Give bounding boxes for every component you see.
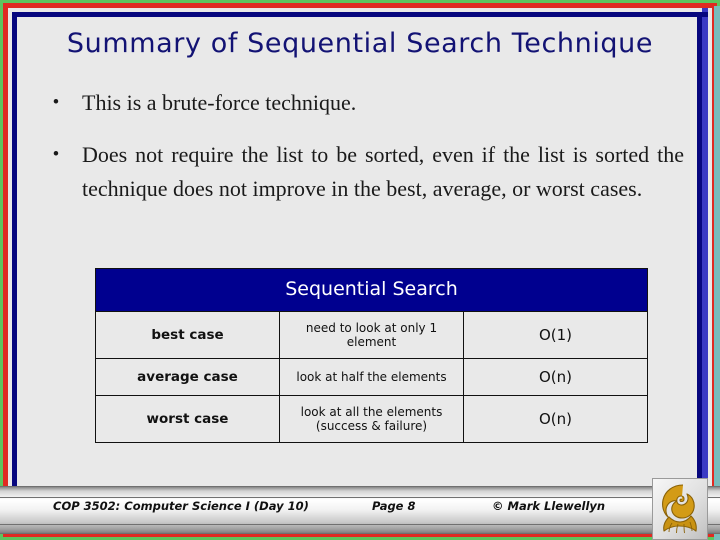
footer-page-number: Page 8 — [372, 499, 416, 513]
slide-border-blue-right — [702, 8, 708, 532]
table-cell-case: worst case — [95, 395, 280, 443]
footer-course-label: COP 3502: Computer Science I (Day 10) — [53, 499, 309, 513]
table-row: average case look at half the elements O… — [95, 358, 648, 396]
table-header-row: Sequential Search — [95, 268, 648, 312]
table-cell-complexity: O(n) — [463, 358, 648, 396]
list-item: • This is a brute-force technique. — [30, 86, 690, 120]
table-row: best case need to look at only 1 element… — [95, 311, 648, 359]
complexity-table: Sequential Search best case need to look… — [95, 268, 648, 443]
slide-border-teal-right — [714, 6, 720, 540]
footer-divider-upper — [0, 497, 720, 498]
bullet-text: Does not require the list to be sorted, … — [82, 142, 684, 201]
table-cell-case: best case — [95, 311, 280, 359]
bullet-point-icon: • — [52, 92, 60, 113]
pegasus-icon — [662, 484, 697, 534]
table-cell-complexity: O(1) — [463, 311, 648, 359]
slide-footer: COP 3502: Computer Science I (Day 10) Pa… — [0, 486, 720, 534]
footer-copyright: © Mark Llewellyn — [492, 499, 606, 513]
table-cell-complexity: O(n) — [463, 395, 648, 443]
slide-border-navy-right — [697, 12, 702, 528]
slide-title: Summary of Sequential Search Technique — [66, 28, 654, 59]
table-cell-description: look at all the elements (success & fail… — [279, 395, 464, 443]
table-cell-description: look at half the elements — [279, 358, 464, 396]
table-cell-description: need to look at only 1 element — [279, 311, 464, 359]
bullet-list: • This is a brute-force technique. • Doe… — [30, 86, 690, 224]
ucf-pegasus-logo — [652, 478, 708, 540]
table-cell-case: average case — [95, 358, 280, 396]
table-row: worst case look at all the elements (suc… — [95, 395, 648, 443]
table-title-header: Sequential Search — [95, 268, 648, 312]
presentation-slide: Summary of Sequential Search Technique •… — [0, 0, 720, 540]
footer-divider-top — [0, 486, 720, 487]
complexity-table-wrapper: Sequential Search best case need to look… — [95, 268, 648, 443]
list-item: • Does not require the list to be sorted… — [30, 138, 690, 206]
bullet-point-icon: • — [52, 144, 60, 165]
bullet-text: This is a brute-force technique. — [82, 90, 357, 115]
footer-divider-bottom — [0, 533, 720, 534]
footer-divider-lower — [0, 524, 720, 525]
